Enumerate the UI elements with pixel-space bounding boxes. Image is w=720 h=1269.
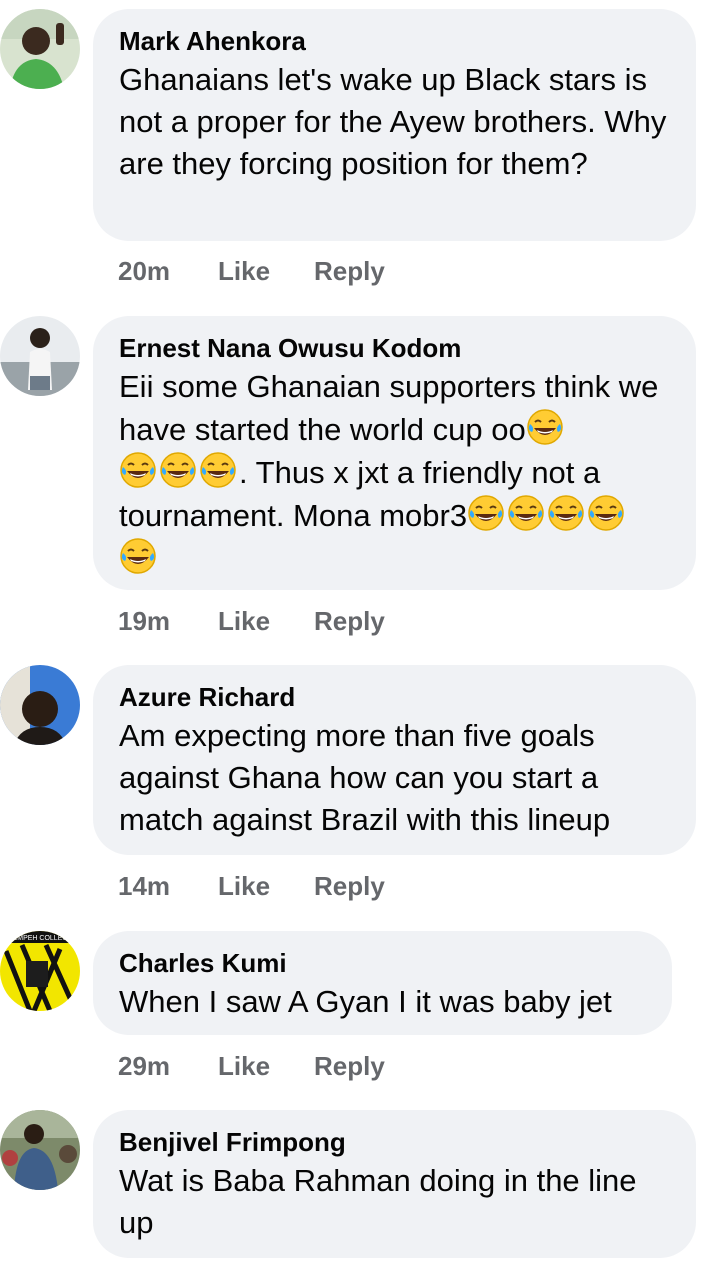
- avatar[interactable]: [0, 316, 80, 396]
- face-with-tears-of-joy-icon: [199, 451, 237, 489]
- comment-timestamp[interactable]: 14m: [118, 871, 218, 902]
- face-with-tears-of-joy-icon: [507, 494, 545, 532]
- avatar-lettering: HEMPEH COLLEGE: [8, 935, 73, 942]
- face-with-tears-of-joy-icon: [119, 451, 157, 489]
- comment-actions: 19m Like Reply: [118, 606, 385, 637]
- comment-text: Eii some Ghanaian supporters think we ha…: [119, 366, 670, 580]
- comment-author[interactable]: Ernest Nana Owusu Kodom: [119, 332, 670, 364]
- comment-author[interactable]: Mark Ahenkora: [119, 25, 670, 57]
- reply-button[interactable]: Reply: [314, 871, 385, 902]
- comment-actions: 20m Like Reply: [118, 256, 385, 287]
- comment-timestamp[interactable]: 20m: [118, 256, 218, 287]
- comment-bubble: Ernest Nana Owusu Kodom Eii some Ghanaia…: [93, 316, 696, 590]
- reply-button[interactable]: Reply: [314, 256, 385, 287]
- avatar[interactable]: [0, 9, 80, 89]
- like-button[interactable]: Like: [218, 606, 314, 637]
- comment-timestamp[interactable]: 29m: [118, 1051, 218, 1082]
- comment-text: Ghanaians let's wake up Black stars is n…: [119, 62, 675, 181]
- avatar[interactable]: [0, 1110, 80, 1190]
- comment-bubble: Benjivel Frimpong Wat is Baba Rahman doi…: [93, 1110, 696, 1258]
- reply-button[interactable]: Reply: [314, 1051, 385, 1082]
- comment-bubble: Mark Ahenkora Ghanaians let's wake up Bl…: [93, 9, 696, 241]
- face-with-tears-of-joy-icon: [159, 451, 197, 489]
- like-button[interactable]: Like: [218, 1051, 314, 1082]
- comment-text: Am expecting more than five goals agains…: [119, 718, 611, 837]
- face-with-tears-of-joy-icon: [119, 537, 157, 575]
- comment-bubble: Azure Richard Am expecting more than fiv…: [93, 665, 696, 855]
- comment-author[interactable]: Benjivel Frimpong: [119, 1126, 670, 1158]
- avatar[interactable]: [0, 665, 80, 745]
- comment-text: When I saw A Gyan I it was baby jet: [119, 984, 612, 1019]
- comment-text: Wat is Baba Rahman doing in the line up: [119, 1163, 646, 1240]
- face-with-tears-of-joy-icon: [467, 494, 505, 532]
- face-with-tears-of-joy-icon: [526, 408, 564, 446]
- reply-button[interactable]: Reply: [314, 606, 385, 637]
- comment-actions: 14m Like Reply: [118, 871, 385, 902]
- like-button[interactable]: Like: [218, 871, 314, 902]
- comment-author[interactable]: Charles Kumi: [119, 947, 646, 979]
- face-with-tears-of-joy-icon: [547, 494, 585, 532]
- like-button[interactable]: Like: [218, 256, 314, 287]
- comment-timestamp[interactable]: 19m: [118, 606, 218, 637]
- face-with-tears-of-joy-icon: [587, 494, 625, 532]
- comment-bubble: Charles Kumi When I saw A Gyan I it was …: [93, 931, 672, 1035]
- comment-text-part: Eii some Ghanaian supporters think we ha…: [119, 369, 667, 447]
- comment-author[interactable]: Azure Richard: [119, 681, 670, 713]
- avatar[interactable]: HEMPEH COLLEGE: [0, 931, 80, 1011]
- comment-actions: 29m Like Reply: [118, 1051, 385, 1082]
